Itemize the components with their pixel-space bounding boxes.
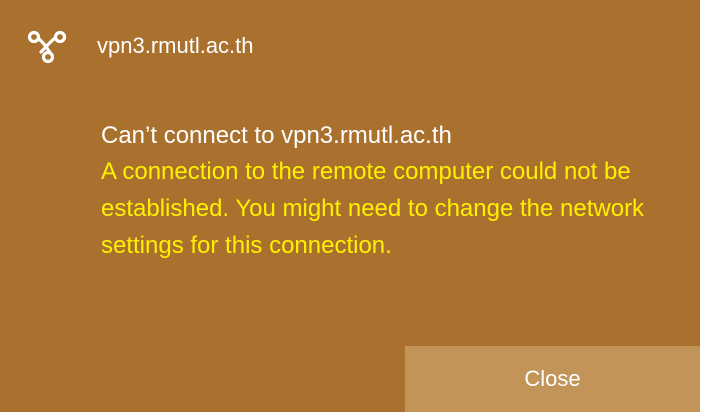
- vpn-link-icon: [27, 28, 71, 64]
- toast-body: Can’t connect to vpn3.rmutl.ac.th A conn…: [101, 121, 691, 264]
- toast-header: vpn3.rmutl.ac.th: [27, 26, 254, 66]
- screenshot-frame: vpn3.rmutl.ac.th Can’t connect to vpn3.r…: [0, 0, 707, 418]
- close-button[interactable]: Close: [405, 346, 700, 412]
- toast-headline: Can’t connect to vpn3.rmutl.ac.th: [101, 122, 452, 149]
- vpn-notification-toast: vpn3.rmutl.ac.th Can’t connect to vpn3.r…: [0, 0, 700, 412]
- toast-message: A connection to the remote computer coul…: [101, 158, 645, 259]
- app-title: vpn3.rmutl.ac.th: [97, 33, 254, 58]
